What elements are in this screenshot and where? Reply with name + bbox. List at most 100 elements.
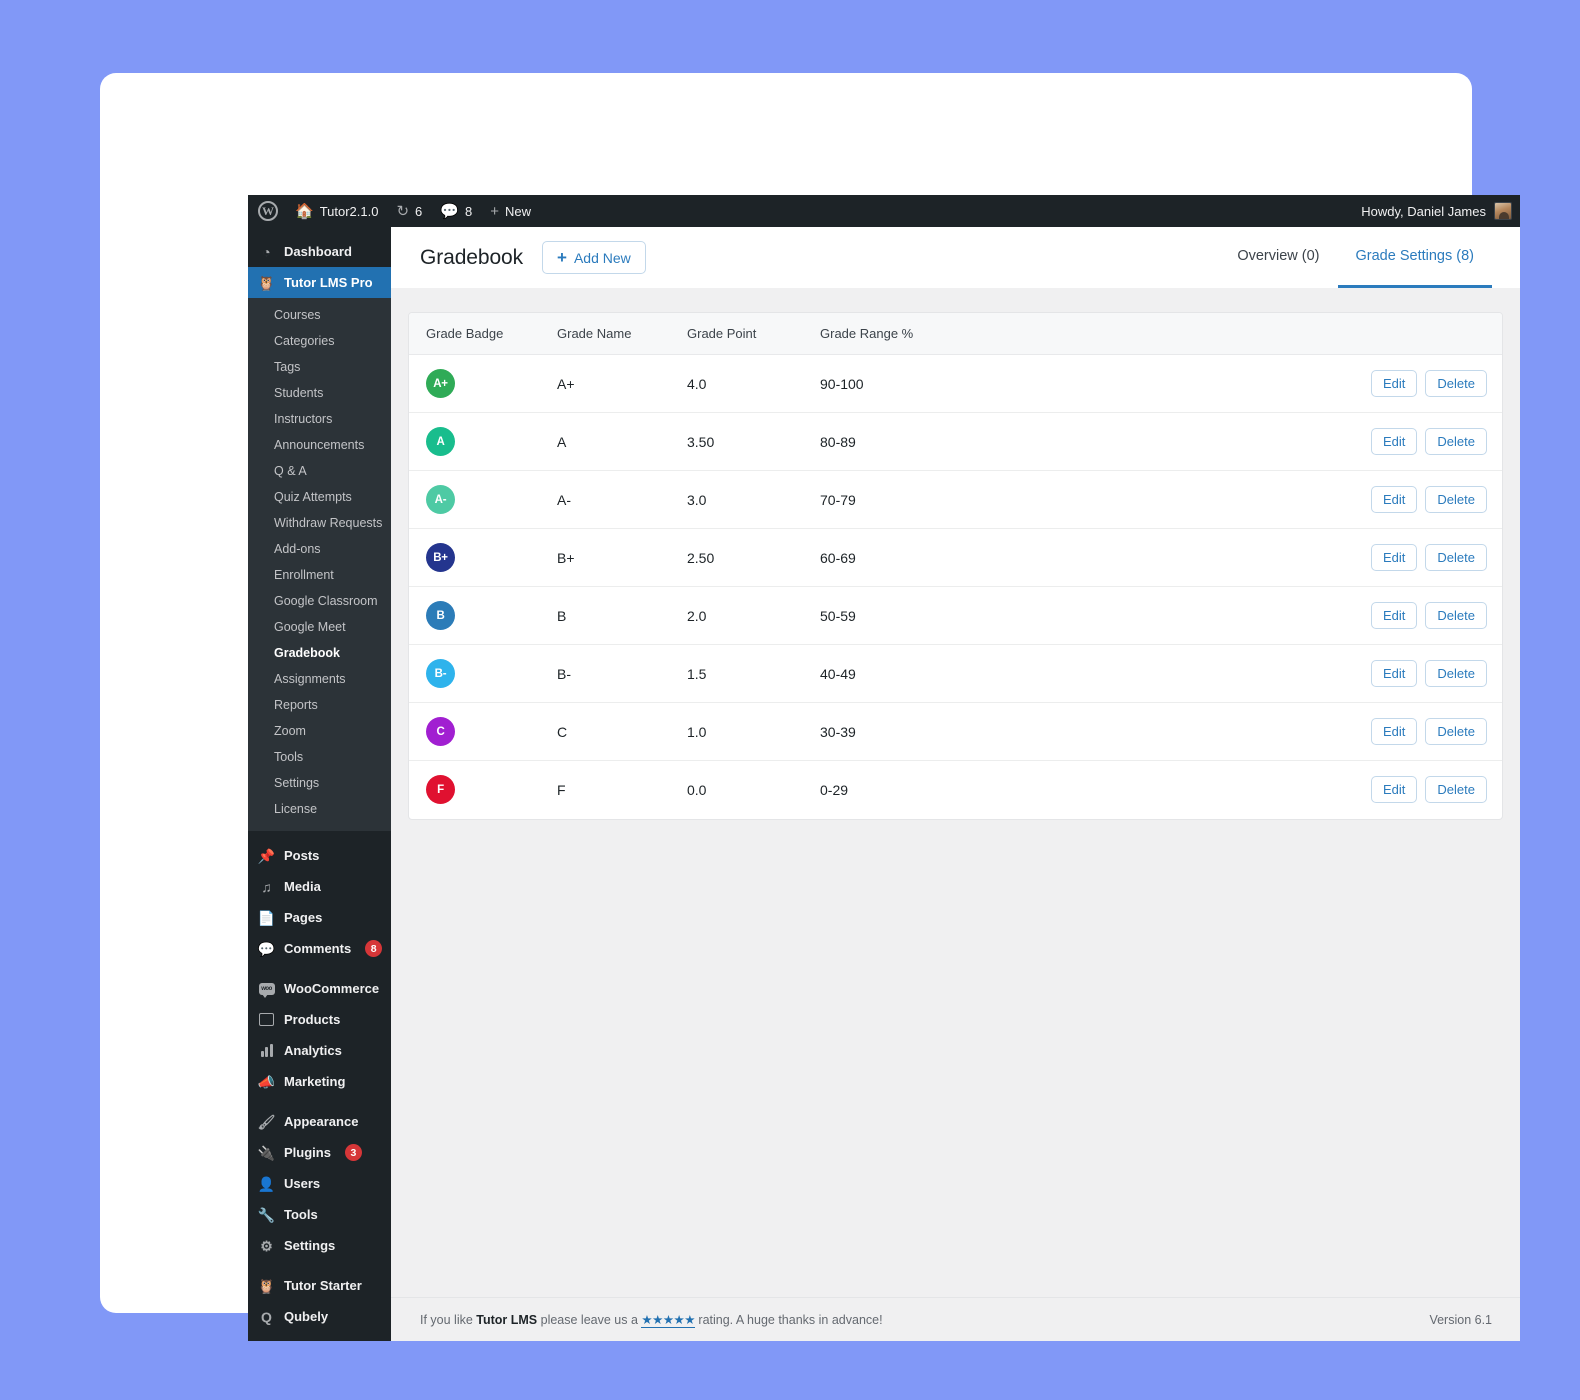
- cell-grade-point: 1.0: [687, 702, 820, 761]
- delete-button[interactable]: Delete: [1425, 370, 1487, 397]
- adminbar-new-content[interactable]: + New: [481, 195, 540, 227]
- edit-button[interactable]: Edit: [1371, 776, 1418, 804]
- sidebar-item-collapse-menu[interactable]: ◀ Collapse menu: [248, 1332, 391, 1341]
- edit-button[interactable]: Edit: [1371, 370, 1418, 397]
- sidebar-item-dashboard[interactable]: ◔ Dashboard: [248, 236, 391, 267]
- adminbar-my-account[interactable]: Howdy, Daniel James: [1361, 202, 1520, 220]
- dashboard-icon: ◔: [262, 243, 271, 260]
- table-row: C C 1.0 30-39 Edit Delete: [409, 702, 1502, 761]
- grade-badge: A+: [426, 369, 455, 398]
- appearance-brush-icon: 🖌: [257, 1113, 276, 1130]
- table-row: A- A- 3.0 70-79 Edit Delete: [409, 470, 1502, 529]
- delete-button[interactable]: Delete: [1425, 718, 1487, 745]
- sidebar-subitem-google-meet[interactable]: Google Meet: [248, 614, 391, 640]
- sidebar-subitem-courses[interactable]: Courses: [248, 302, 391, 328]
- sidebar-item-plugins[interactable]: 🔌 Plugins 3: [248, 1137, 391, 1168]
- footer-text: If you like Tutor LMS please leave us a …: [420, 1312, 883, 1328]
- sidebar-subitem-withdraw-requests[interactable]: Withdraw Requests: [248, 510, 391, 536]
- delete-button[interactable]: Delete: [1425, 486, 1487, 513]
- sidebar-item-label: Qubely: [284, 1309, 329, 1324]
- sidebar-item-analytics[interactable]: Analytics: [248, 1035, 391, 1066]
- edit-button[interactable]: Edit: [1371, 660, 1418, 687]
- delete-button[interactable]: Delete: [1425, 776, 1487, 804]
- home-icon: 🏠: [295, 202, 314, 220]
- sidebar-subitem-qa[interactable]: Q & A: [248, 458, 391, 484]
- sidebar-item-qubely[interactable]: Q Qubely: [248, 1301, 391, 1332]
- sidebar-subitem-gradebook[interactable]: Gradebook: [248, 640, 391, 666]
- sidebar-subitem-tools[interactable]: Tools: [248, 744, 391, 770]
- sidebar-subitem-categories[interactable]: Categories: [248, 328, 391, 354]
- site-name-label: Tutor2.1.0: [319, 203, 379, 219]
- collapse-arrow-icon: ◀: [258, 1341, 275, 1342]
- cell-grade-range: 50-59: [820, 586, 1360, 645]
- cell-grade-badge: A-: [409, 470, 557, 529]
- sidebar-subitem-announcements[interactable]: Announcements: [248, 432, 391, 458]
- sidebar-item-label: Users: [284, 1176, 321, 1191]
- delete-button[interactable]: Delete: [1425, 660, 1487, 687]
- sidebar-subitem-google-classroom[interactable]: Google Classroom: [248, 588, 391, 614]
- sidebar-item-tutor-lms-pro[interactable]: 🦉 Tutor LMS Pro: [248, 267, 399, 298]
- qubely-icon: Q: [261, 1308, 272, 1325]
- cell-actions: Edit Delete: [1360, 528, 1502, 587]
- plugins-icon: 🔌: [257, 1144, 276, 1161]
- sidebar-subitem-settings[interactable]: Settings: [248, 770, 391, 796]
- add-new-button[interactable]: + Add New: [542, 241, 646, 274]
- tab-overview[interactable]: Overview (0): [1219, 227, 1337, 288]
- sidebar-item-users[interactable]: 👤 Users: [248, 1168, 391, 1199]
- comments-count: 8: [464, 203, 473, 219]
- grade-badge: B: [426, 601, 455, 630]
- sidebar-item-products[interactable]: Products: [248, 1004, 391, 1035]
- sidebar-subitem-add-ons[interactable]: Add-ons: [248, 536, 391, 562]
- sidebar-item-label: Tutor LMS Pro: [284, 275, 373, 290]
- table-row: B+ B+ 2.50 60-69 Edit Delete: [409, 528, 1502, 587]
- sidebar-item-marketing[interactable]: 📣 Marketing: [248, 1066, 391, 1097]
- wp-admin-bar: W 🏠 Tutor2.1.0 ↻ 6 💬 8 + New Howdy, Dani…: [248, 195, 1520, 227]
- edit-button[interactable]: Edit: [1371, 718, 1418, 745]
- rating-stars-link[interactable]: ★★★★★: [641, 1313, 695, 1328]
- tutor-starter-icon: 🦉: [257, 1277, 276, 1294]
- footer-brand: Tutor LMS: [476, 1313, 538, 1327]
- sidebar-subitem-students[interactable]: Students: [248, 380, 391, 406]
- edit-button[interactable]: Edit: [1371, 602, 1418, 629]
- sidebar-subitem-instructors[interactable]: Instructors: [248, 406, 391, 432]
- sidebar-item-tools[interactable]: 🔧 Tools: [248, 1199, 391, 1230]
- delete-button[interactable]: Delete: [1425, 428, 1487, 455]
- sidebar-item-pages[interactable]: 📄 Pages: [248, 902, 391, 933]
- cell-grade-point: 2.0: [687, 586, 820, 645]
- sidebar-item-tutor-starter[interactable]: 🦉 Tutor Starter: [248, 1270, 391, 1301]
- sidebar-item-posts[interactable]: 📌 Posts: [248, 840, 391, 871]
- cell-grade-badge: A: [409, 412, 557, 471]
- cell-grade-badge: B: [409, 586, 557, 645]
- edit-button[interactable]: Edit: [1371, 486, 1418, 513]
- sidebar-subitem-zoom[interactable]: Zoom: [248, 718, 391, 744]
- adminbar-updates[interactable]: ↻ 6: [387, 195, 431, 227]
- delete-button[interactable]: Delete: [1425, 544, 1487, 571]
- sidebar-subitem-quiz-attempts[interactable]: Quiz Attempts: [248, 484, 391, 510]
- edit-button[interactable]: Edit: [1371, 428, 1418, 455]
- cell-actions: Edit Delete: [1360, 644, 1502, 703]
- edit-button[interactable]: Edit: [1371, 544, 1418, 571]
- sidebar-item-media[interactable]: ♫ Media: [248, 871, 391, 902]
- plugins-badge: 3: [344, 1144, 362, 1161]
- sidebar-subitem-tags[interactable]: Tags: [248, 354, 391, 380]
- sidebar-subitem-license[interactable]: License: [248, 796, 391, 822]
- admin-footer: If you like Tutor LMS please leave us a …: [391, 1297, 1520, 1341]
- adminbar-comments[interactable]: 💬 8: [431, 195, 481, 227]
- column-header-grade-range: Grade Range %: [820, 313, 1360, 355]
- sidebar-item-woocommerce[interactable]: woo WooCommerce: [248, 973, 391, 1004]
- delete-button[interactable]: Delete: [1425, 602, 1487, 629]
- sidebar-subitem-reports[interactable]: Reports: [248, 692, 391, 718]
- adminbar-site-name[interactable]: 🏠 Tutor2.1.0: [286, 195, 387, 227]
- footer-text-before: If you like: [420, 1313, 477, 1327]
- tab-grade-settings[interactable]: Grade Settings (8): [1337, 227, 1492, 288]
- sidebar-item-comments[interactable]: 💬 Comments 8: [248, 933, 391, 964]
- sidebar-item-appearance[interactable]: 🖌 Appearance: [248, 1106, 391, 1137]
- adminbar-wp-logo[interactable]: W: [248, 195, 286, 227]
- sidebar-subitem-assignments[interactable]: Assignments: [248, 666, 391, 692]
- sidebar-item-label: Posts: [284, 848, 320, 863]
- sidebar-subitem-enrollment[interactable]: Enrollment: [248, 562, 391, 588]
- tools-wrench-icon: 🔧: [257, 1206, 276, 1223]
- sidebar-item-settings[interactable]: ⚙ Settings: [248, 1230, 391, 1261]
- sidebar-item-label: Media: [284, 879, 321, 894]
- sidebar-item-label: Marketing: [284, 1074, 346, 1089]
